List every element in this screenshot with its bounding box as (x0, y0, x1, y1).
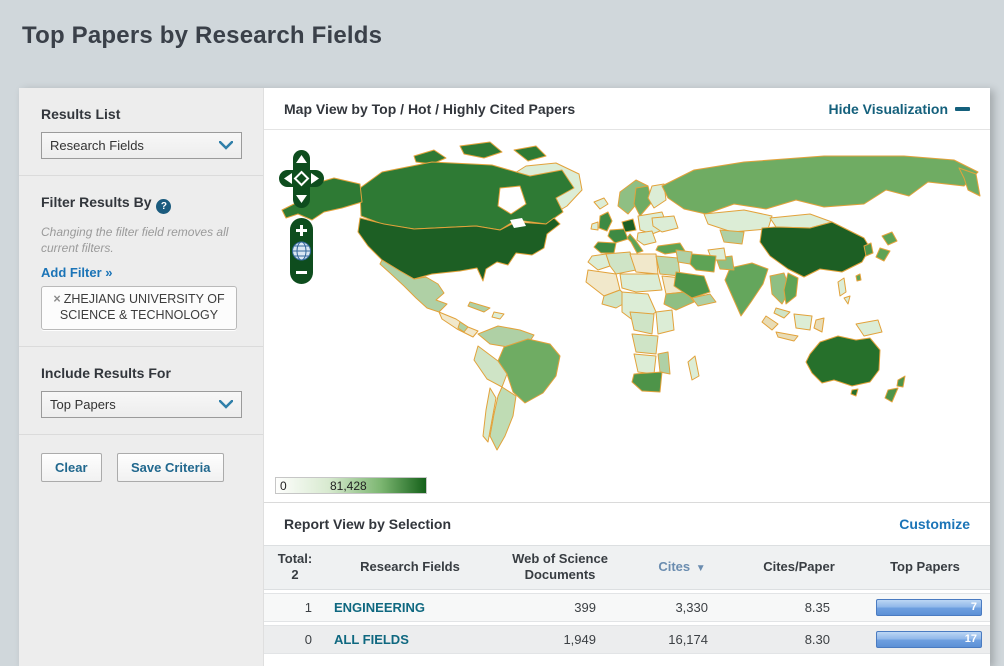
filter-chip[interactable]: ×ZHEJIANG UNIVERSITY OF SCIENCE & TECHNO… (41, 286, 237, 329)
world-choropleth-map[interactable] (264, 130, 989, 502)
total-count: 2 (291, 567, 298, 582)
pan-control-icon (279, 150, 324, 208)
research-fields-header[interactable]: Research Fields (326, 545, 494, 590)
results-list-select[interactable]: Research Fields (41, 132, 242, 159)
cites-header[interactable]: Cites ▼ (626, 545, 738, 590)
report-table: Total: 2 Research Fields Web of Science … (264, 542, 990, 657)
row-cites-per-paper: 8.30 (738, 625, 860, 654)
row-rank: 1 (264, 593, 326, 622)
help-icon[interactable]: ? (156, 199, 171, 214)
remove-filter-icon[interactable]: × (53, 292, 60, 306)
chevron-down-icon (219, 141, 233, 150)
row-documents: 399 (494, 593, 626, 622)
include-results-heading: Include Results For (41, 365, 243, 381)
save-criteria-button[interactable]: Save Criteria (117, 453, 225, 482)
row-documents: 1,949 (494, 625, 626, 654)
cites-header-label: Cites (658, 559, 690, 574)
hide-visualization-link[interactable]: Hide Visualization (828, 101, 970, 117)
top-papers-header[interactable]: Top Papers (860, 545, 990, 590)
map-header-title: Map View by Top / Hot / Highly Cited Pap… (284, 101, 575, 117)
field-link[interactable]: ENGINEERING (334, 600, 425, 615)
page-title: Top Papers by Research Fields (22, 22, 382, 50)
main-panel: Map View by Top / Hot / Highly Cited Pap… (264, 88, 990, 666)
results-list-selected-value: Research Fields (50, 138, 219, 153)
legend-min-value: 0 (280, 479, 287, 493)
sidebar: Results List Research Fields Filter Resu… (19, 88, 264, 666)
collapse-icon (955, 107, 970, 111)
row-cites: 3,330 (626, 593, 738, 622)
row-rank: 0 (264, 625, 326, 654)
row-field: ALL FIELDS (326, 625, 494, 654)
top-papers-bar[interactable]: 7 (876, 599, 982, 616)
chevron-down-icon (219, 400, 233, 409)
include-results-selected-value: Top Papers (50, 397, 219, 412)
clear-button[interactable]: Clear (41, 453, 102, 482)
filter-chip-label: ZHEJIANG UNIVERSITY OF SCIENCE & TECHNOL… (60, 292, 225, 322)
total-header: Total: 2 (264, 545, 326, 590)
results-list-heading: Results List (41, 106, 243, 122)
table-row: 1 ENGINEERING 399 3,330 8.35 7 (264, 593, 990, 622)
map-region: 0 81,428 (264, 130, 990, 502)
map-header-bar: Map View by Top / Hot / Highly Cited Pap… (264, 88, 990, 130)
row-cites-per-paper: 8.35 (738, 593, 860, 622)
customize-link[interactable]: Customize (899, 516, 970, 532)
top-papers-bar[interactable]: 17 (876, 631, 982, 648)
zoom-control-icon (290, 218, 313, 284)
include-results-section: Include Results For Top Papers (19, 347, 263, 435)
sort-desc-icon: ▼ (696, 563, 706, 574)
map-pan-zoom-controls[interactable] (279, 150, 325, 290)
map-color-legend: 0 81,428 (275, 477, 427, 494)
hide-visualization-label: Hide Visualization (828, 101, 948, 117)
content-wrapper: Results List Research Fields Filter Resu… (19, 88, 990, 666)
field-link[interactable]: ALL FIELDS (334, 632, 409, 647)
filter-heading-label: Filter Results By (41, 194, 151, 210)
legend-max-value: 81,428 (330, 479, 367, 493)
row-top-papers: 17 (860, 625, 990, 654)
table-row: 0 ALL FIELDS 1,949 16,174 8.30 17 (264, 625, 990, 654)
row-top-papers: 7 (860, 593, 990, 622)
filter-section: Filter Results By? Changing the filter f… (19, 176, 263, 347)
row-field: ENGINEERING (326, 593, 494, 622)
results-list-section: Results List Research Fields (19, 88, 263, 176)
row-cites: 16,174 (626, 625, 738, 654)
include-results-select[interactable]: Top Papers (41, 391, 242, 418)
total-label: Total: (278, 551, 312, 566)
report-header-bar: Report View by Selection Customize (264, 502, 990, 544)
filter-heading: Filter Results By? (41, 194, 243, 214)
report-table-header-row: Total: 2 Research Fields Web of Science … (264, 545, 990, 590)
wos-documents-header[interactable]: Web of Science Documents (494, 545, 626, 590)
report-header-title: Report View by Selection (284, 516, 451, 532)
actions-section: Clear Save Criteria (19, 435, 263, 498)
filter-note: Changing the filter field removes all cu… (41, 224, 243, 256)
add-filter-link[interactable]: Add Filter » (41, 265, 113, 280)
cites-per-paper-header[interactable]: Cites/Paper (738, 545, 860, 590)
